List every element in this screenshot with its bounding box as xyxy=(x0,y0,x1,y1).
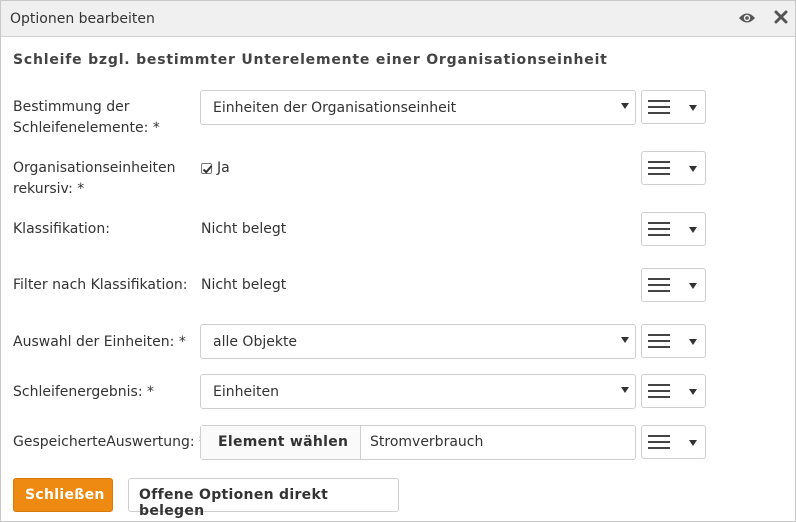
auswertung-value: Stromverbrauch xyxy=(370,434,484,450)
dialog-title: Optionen bearbeiten xyxy=(10,11,155,27)
klassifikation-options-menu-button[interactable] xyxy=(641,212,706,246)
choose-element-button[interactable]: Element wählen xyxy=(201,426,361,459)
hamburger-menu-icon xyxy=(648,100,670,114)
chevron-down-icon xyxy=(689,389,697,395)
edit-options-dialog: Optionen bearbeiten Schleife bzgl. besti… xyxy=(0,0,796,522)
chevron-down-icon xyxy=(621,387,629,393)
hamburger-menu-icon xyxy=(648,278,670,292)
auswertung-picker: Element wählen Stromverbrauch xyxy=(200,425,636,460)
bestimmung-options-menu-button[interactable] xyxy=(641,90,706,124)
klassifikation-label: Klassifikation: xyxy=(13,221,110,237)
bestimmung-label-line1: Bestimmung der xyxy=(13,99,130,115)
ergebnis-select-value: Einheiten xyxy=(213,384,279,400)
ergebnis-options-menu-button[interactable] xyxy=(641,374,706,408)
chevron-down-icon xyxy=(689,105,697,111)
eye-icon[interactable] xyxy=(738,11,756,25)
chevron-down-icon xyxy=(689,339,697,345)
chevron-down-icon xyxy=(689,283,697,289)
hamburger-menu-icon xyxy=(648,161,670,175)
dialog-titlebar: Optionen bearbeiten xyxy=(1,1,795,37)
rekursiv-options-menu-button[interactable] xyxy=(641,151,706,185)
section-heading: Schleife bzgl. bestimmter Unterelemente … xyxy=(13,52,608,68)
hamburger-menu-icon xyxy=(648,435,670,449)
bestimmung-label: Bestimmung der Schleifenelemente: * xyxy=(13,97,160,139)
chevron-down-icon xyxy=(621,103,629,109)
close-button-label: Schließen xyxy=(25,487,105,503)
auswahl-select[interactable]: alle Objekte xyxy=(200,324,636,359)
rekursiv-checkbox-label[interactable]: Ja xyxy=(217,160,230,176)
klassifikation-value: Nicht belegt xyxy=(201,221,287,237)
choose-element-button-label: Element wählen xyxy=(218,434,349,450)
chevron-down-icon xyxy=(621,337,629,343)
auswertung-label: GespeicherteAuswertung: * xyxy=(13,434,207,450)
rekursiv-label-line1: Organisationseinheiten xyxy=(13,160,176,176)
chevron-down-icon xyxy=(689,166,697,172)
rekursiv-label: Organisationseinheiten rekursiv: * xyxy=(13,158,175,200)
apply-open-options-button[interactable]: Offene Optionen direkt belegen xyxy=(128,478,399,519)
auswahl-options-menu-button[interactable] xyxy=(641,324,706,358)
filter-value: Nicht belegt xyxy=(201,277,287,293)
filter-options-menu-button[interactable] xyxy=(641,268,706,302)
hamburger-menu-icon xyxy=(648,222,670,236)
close-icon[interactable] xyxy=(773,9,789,25)
apply-open-options-button-label: Offene Optionen direkt belegen xyxy=(139,487,329,519)
auswertung-options-menu-button[interactable] xyxy=(641,425,706,459)
ergebnis-label: Schleifenergebnis: * xyxy=(13,384,154,400)
auswahl-label: Auswahl der Einheiten: * xyxy=(13,334,186,350)
ergebnis-select[interactable]: Einheiten xyxy=(200,374,636,409)
chevron-down-icon xyxy=(689,227,697,233)
hamburger-menu-icon xyxy=(648,334,670,348)
close-button[interactable]: Schließen xyxy=(13,478,113,512)
bestimmung-select[interactable]: Einheiten der Organisationseinheit xyxy=(200,90,636,125)
rekursiv-checkbox[interactable] xyxy=(201,163,213,174)
auswahl-select-value: alle Objekte xyxy=(213,334,298,350)
bestimmung-label-line2: Schleifenelemente: * xyxy=(13,120,160,136)
filter-label: Filter nach Klassifikation: xyxy=(13,277,188,293)
hamburger-menu-icon xyxy=(648,384,670,398)
bestimmung-select-value: Einheiten der Organisationseinheit xyxy=(213,100,457,116)
rekursiv-label-line2: rekursiv: * xyxy=(13,181,85,197)
chevron-down-icon xyxy=(689,440,697,446)
